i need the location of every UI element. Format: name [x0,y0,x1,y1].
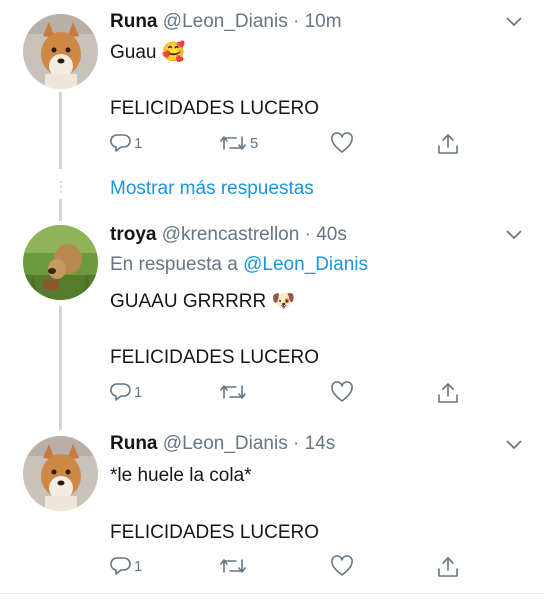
reply-count: 1 [134,383,143,401]
thread-line [59,199,62,221]
display-name[interactable]: Runa [110,11,158,32]
like-button[interactable] [330,132,354,154]
display-name[interactable]: Runa [110,433,158,454]
retweet-button[interactable] [218,381,250,403]
tweet-actions: 1 [110,555,470,581]
retweet-count: 5 [250,134,259,152]
avatar[interactable] [23,436,98,511]
smiling-face-hearts-emoji: 🥰 [161,42,186,63]
tweet-text: Guau 🥰 [110,40,185,64]
share-icon [438,557,458,577]
reply-count: 1 [134,134,143,152]
tweet-header: troya @krencastrellon · 40s [110,224,347,246]
like-button[interactable] [330,381,354,403]
reply-context: En respuesta a @Leon_Dianis [110,254,368,276]
tweet-header: Runa @Leon_Dianis · 14s [110,433,335,455]
chevron-down-icon[interactable] [506,17,522,27]
timestamp[interactable]: · 14s [293,433,335,454]
retweet-icon [220,136,246,150]
share-button[interactable] [436,381,460,405]
chevron-down-icon[interactable] [506,230,522,240]
reply-icon [110,383,131,401]
tweet-header: Runa @Leon_Dianis · 10m [110,11,342,33]
reply-icon [110,134,131,152]
tweet-text-line: FELICIDADES LUCERO [110,522,320,543]
reply-icon [110,557,131,575]
reply-button[interactable]: 1 [110,381,142,403]
tweet[interactable]: Runa @Leon_Dianis · 10m Guau 🥰 FELICIDAD… [0,0,544,170]
handle[interactable]: @krencastrellon [162,224,300,245]
tweet-text-line: Guau [110,42,157,63]
thread-gap-dots [60,181,62,196]
share-button[interactable] [436,555,460,579]
reply-context-label: En respuesta a [110,254,238,275]
like-button[interactable] [330,555,354,577]
reply-button[interactable]: 1 [110,132,142,154]
retweet-icon [220,385,246,399]
retweet-button[interactable]: 5 [218,132,258,154]
chevron-down-icon[interactable] [506,440,522,450]
timestamp[interactable]: · 10m [293,11,342,32]
handle[interactable]: @Leon_Dianis [163,11,288,32]
timestamp[interactable]: · 40s [305,224,347,245]
tweet-text-line: FELICIDADES LUCERO [110,98,320,119]
avatar[interactable] [23,14,98,89]
dog-face-emoji: 🐶 [271,291,296,312]
heart-icon [331,132,353,153]
avatar[interactable] [23,225,98,300]
share-button[interactable] [436,132,460,156]
tweet-actions: 1 [110,381,470,407]
heart-icon [331,381,353,402]
display-name[interactable]: troya [110,224,156,245]
handle[interactable]: @Leon_Dianis [163,433,288,454]
reply-button[interactable]: 1 [110,555,142,577]
heart-icon [331,555,353,576]
reply-to-handle-link[interactable]: @Leon_Dianis [243,254,368,275]
divider [0,593,544,594]
tweet-text: GUAAU GRRRRR 🐶 [110,289,295,313]
tweet[interactable]: Runa @Leon_Dianis · 14s *le huele la col… [0,430,544,590]
share-icon [438,383,458,403]
tweet-actions: 1 5 [110,132,470,158]
share-icon [438,134,458,154]
tweet-text-line: FELICIDADES LUCERO [110,347,320,368]
retweet-icon [220,559,246,573]
reply-count: 1 [134,557,143,575]
tweet[interactable]: troya @krencastrellon · 40s En respuesta… [0,220,544,420]
tweet-text-line: GUAAU GRRRRR [110,291,267,312]
show-more-replies-link[interactable]: Mostrar más respuestas [110,178,314,200]
retweet-button[interactable] [218,555,250,577]
tweet-text-line: *le huele la cola* [110,465,252,486]
